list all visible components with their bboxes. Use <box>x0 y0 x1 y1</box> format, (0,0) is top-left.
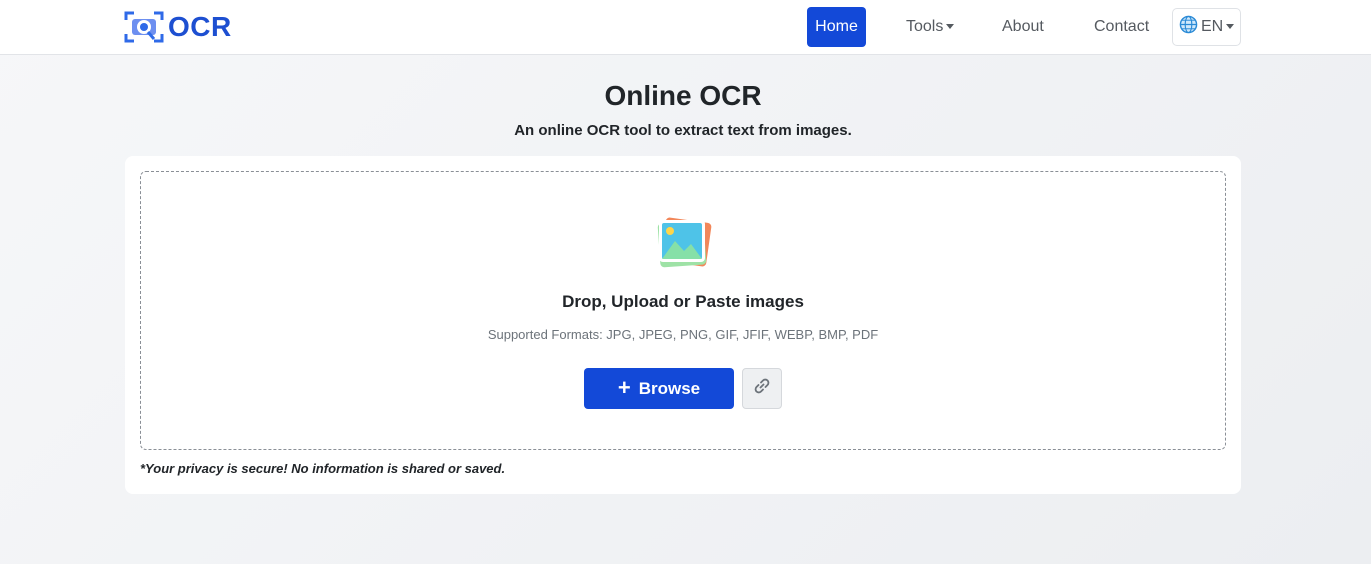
globe-icon <box>1179 15 1201 39</box>
url-link-button[interactable] <box>742 368 782 409</box>
language-label: EN <box>1201 18 1224 35</box>
image-gallery-icon <box>653 214 715 272</box>
privacy-note: *Your privacy is secure! No information … <box>140 461 506 476</box>
plus-icon: + <box>617 374 631 400</box>
navbar: OCR Home Tools About Contact EN <box>0 0 1371 55</box>
browse-label: Browse <box>638 378 701 398</box>
language-selector[interactable]: EN <box>1172 8 1241 46</box>
page-subtitle: An online OCR tool to extract text from … <box>514 122 852 139</box>
link-icon <box>752 376 772 401</box>
nav-contact-link[interactable]: Contact <box>1094 7 1149 47</box>
upload-card: Drop, Upload or Paste images Supported F… <box>125 156 1241 494</box>
nav-tools-dropdown[interactable]: Tools <box>906 7 955 47</box>
brand-logo[interactable]: OCR <box>124 9 232 45</box>
brand-name: OCR <box>168 11 232 42</box>
nav-about-link[interactable]: About <box>1002 7 1044 47</box>
drop-zone[interactable]: Drop, Upload or Paste images Supported F… <box>140 171 1226 450</box>
nav-tools-label: Tools <box>906 18 944 35</box>
caret-down-icon <box>946 23 955 29</box>
caret-down-icon <box>1226 23 1235 29</box>
nav-home-link[interactable]: Home <box>807 7 866 47</box>
ocr-logo-icon <box>124 10 164 44</box>
browse-button[interactable]: + Browse <box>584 368 734 409</box>
drop-instructions: Drop, Upload or Paste images <box>562 292 804 311</box>
supported-formats: Supported Formats: JPG, JPEG, PNG, GIF, … <box>487 327 879 342</box>
page-title: Online OCR <box>604 80 762 111</box>
